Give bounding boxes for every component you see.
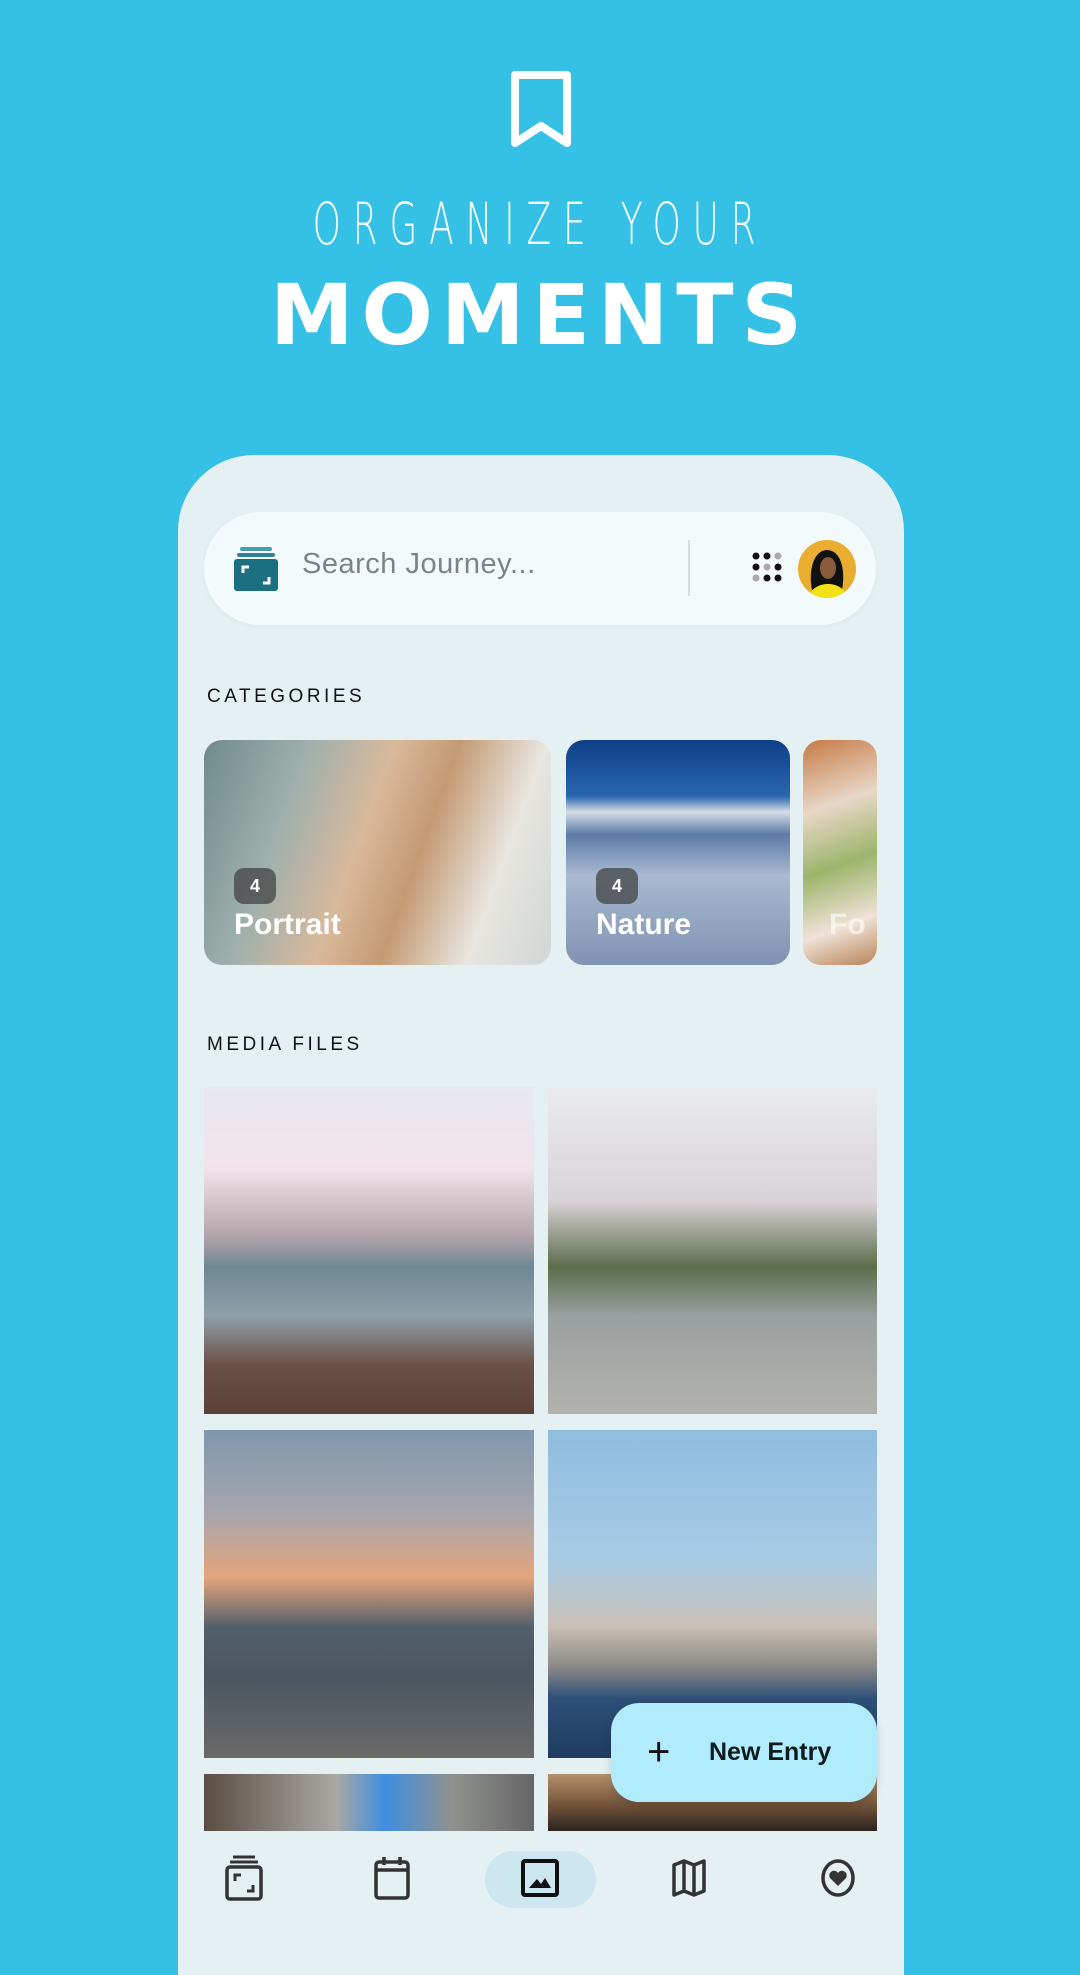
tagline-bottom: MOMENTS xyxy=(269,266,811,364)
media-thumbnail[interactable] xyxy=(204,1430,534,1758)
media-thumbnail[interactable] xyxy=(204,1774,534,1831)
category-card-portrait[interactable]: 4 Portrait xyxy=(204,740,551,965)
category-count: 4 xyxy=(234,868,276,904)
journey-logo-icon[interactable] xyxy=(234,547,278,591)
journal-icon[interactable] xyxy=(219,1853,269,1903)
category-name: Portrait xyxy=(234,908,341,941)
user-avatar[interactable] xyxy=(798,540,856,598)
search-bar[interactable]: Search Journey... xyxy=(204,512,876,625)
media-thumbnail[interactable] xyxy=(204,1087,534,1414)
map-icon[interactable] xyxy=(664,1853,714,1903)
category-card-nature[interactable]: 4 Nature xyxy=(566,740,790,965)
new-entry-label: New Entry xyxy=(709,1738,832,1766)
tagline-top: ORGANIZE YOUR xyxy=(312,190,768,258)
dots-grid-icon[interactable] xyxy=(752,552,782,582)
phone-screen: Search Journey... CATEGORIES 4 Portrait … xyxy=(178,455,904,1975)
calendar-icon[interactable] xyxy=(367,1853,417,1903)
divider xyxy=(688,540,690,596)
category-name: Nature xyxy=(596,908,692,941)
heart-circle-icon[interactable] xyxy=(813,1853,863,1903)
categories-heading: CATEGORIES xyxy=(207,686,366,707)
category-count: 4 xyxy=(596,868,638,904)
photo-icon[interactable] xyxy=(515,1853,565,1903)
category-name: Fo xyxy=(829,908,866,941)
new-entry-button[interactable]: + New Entry xyxy=(611,1703,877,1802)
media-thumbnail[interactable] xyxy=(548,1087,877,1414)
search-input[interactable]: Search Journey... xyxy=(302,548,536,581)
bookmark-icon xyxy=(511,71,571,147)
plus-icon: + xyxy=(647,1730,671,1774)
media-files-heading: MEDIA FILES xyxy=(207,1034,363,1055)
category-card-food[interactable]: Fo xyxy=(803,740,877,965)
